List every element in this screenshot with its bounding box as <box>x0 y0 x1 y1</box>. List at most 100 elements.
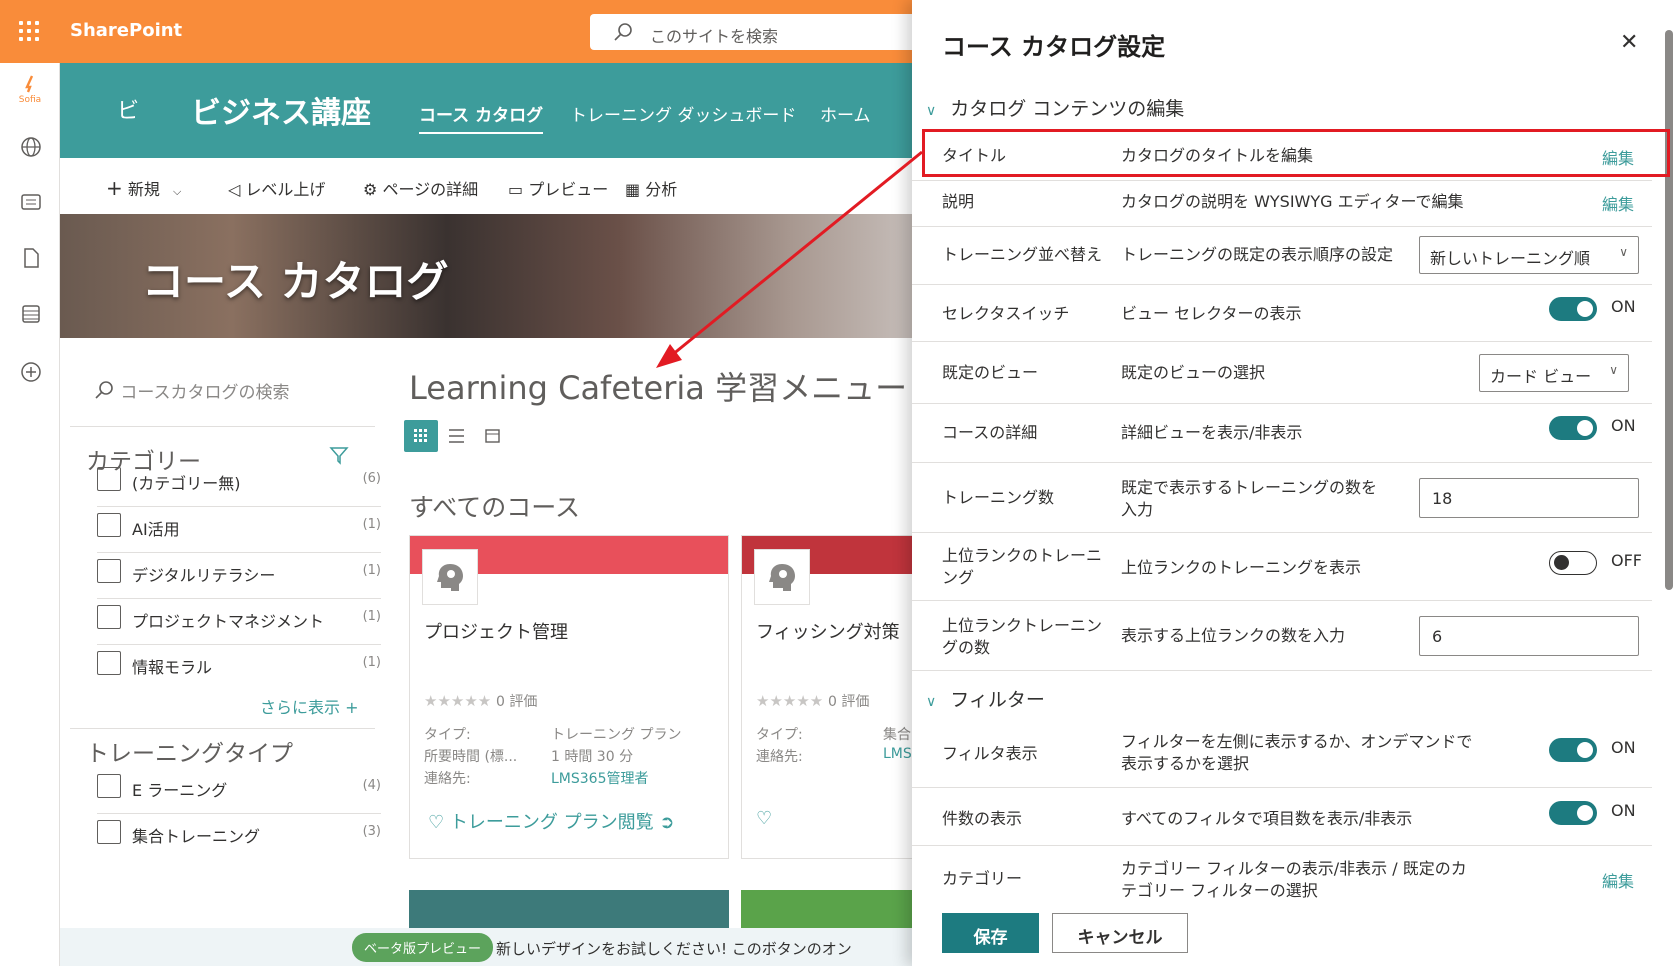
course-card-band <box>409 890 729 928</box>
default-view-dropdown[interactable]: カード ビュー ∨ <box>1479 354 1629 392</box>
close-icon[interactable]: ✕ <box>1620 30 1638 55</box>
course-title[interactable]: フィッシング対策 <box>756 618 900 644</box>
row-count-display: 件数の表示 すべてのフィルタで項目数を表示/非表示 ON <box>912 788 1652 846</box>
row-desc: ビュー セレクターの表示 <box>1121 304 1302 323</box>
course-card[interactable]: プロジェクト管理 ★★★★★ 0 評価 タイプ: トレーニング プラン 所要時間… <box>409 535 729 859</box>
category-checkbox[interactable]: (カテゴリー無) (6) <box>97 463 381 507</box>
group-filter[interactable]: ∨ フィルター <box>926 685 1045 712</box>
globe-icon[interactable] <box>18 134 44 160</box>
plus-icon: + <box>106 176 123 200</box>
row-label: 説明 <box>942 192 975 211</box>
add-circle-icon[interactable] <box>18 359 44 385</box>
sofia-logo[interactable]: Sofia <box>13 75 47 109</box>
nav-training-dashboard[interactable]: トレーニング ダッシュボード <box>570 101 796 126</box>
panel-title: コース カタログ設定 <box>942 33 1166 61</box>
filter-pane: コースカタログの検索 カテゴリー (カテゴリー無) (6) AI活用 (1) デジタ… <box>60 338 395 928</box>
row-title: タイトル カタログのタイトルを編集 編集 <box>912 131 1652 181</box>
toggle-state: ON <box>1611 801 1636 820</box>
app-launcher-icon[interactable] <box>19 21 39 41</box>
type-checkbox[interactable]: 集合トレーニング (3) <box>97 816 381 856</box>
count-display-toggle[interactable] <box>1549 801 1597 825</box>
top-ranked-toggle[interactable] <box>1549 551 1597 575</box>
heart-icon[interactable]: ♡ <box>756 808 772 829</box>
edit-description-link[interactable]: 編集 <box>1602 191 1634 215</box>
search-icon <box>93 381 115 403</box>
preview-button[interactable]: ▭ プレビュー <box>508 176 608 200</box>
app-name[interactable]: SharePoint <box>70 20 182 41</box>
category-checkbox[interactable]: プロジェクトマネジメント (1) <box>97 601 381 645</box>
catalog-settings-panel: コース カタログ設定 ✕ ∨ カタログ コンテンツの編集 タイトル カタログのタイ… <box>912 0 1679 966</box>
row-count: トレーニング数 既定で表示するトレーニングの数を入力 18 <box>912 463 1652 533</box>
edit-title-link[interactable]: 編集 <box>1602 145 1634 169</box>
group-content-edit[interactable]: ∨ カタログ コンテンツの編集 <box>926 94 1184 121</box>
type-checkbox[interactable]: E ラーニング (4) <box>97 770 381 814</box>
toggle-state: ON <box>1611 738 1636 757</box>
page-details-button[interactable]: ⚙ ページの詳細 <box>363 176 478 200</box>
edit-category-link[interactable]: 編集 <box>1602 868 1634 892</box>
save-button[interactable]: 保存 <box>942 913 1039 953</box>
news-icon[interactable] <box>18 189 44 215</box>
site-header: ビ ビジネス講座 コース カタログ トレーニング ダッシュボード ホーム <box>60 63 920 158</box>
rating: ★★★★★ 0 評価 <box>756 692 870 710</box>
list-icon[interactable] <box>18 301 44 327</box>
row-top-ranked: 上位ランクのトレーニング 上位ランクのトレーニングを表示 OFF <box>912 533 1652 601</box>
catalog-main: Learning Cafeteria 学習メニュー すべてのコース プロジェクト… <box>395 338 920 928</box>
row-default-view: 既定のビュー 既定のビューの選択 カード ビュー ∨ <box>912 342 1652 404</box>
section-heading: すべてのコース <box>409 493 581 522</box>
catalog-search-input[interactable]: コースカタログの検索 <box>93 378 290 403</box>
card-view-icon[interactable] <box>404 420 438 452</box>
row-sort: トレーニング並べ替え トレーニングの既定の表示順序の設定 新しいトレーニング順 ∨ <box>912 227 1652 285</box>
heart-icon[interactable]: ♡ <box>428 812 444 833</box>
row-desc: カテゴリー フィルターの表示/非表示 / 既定のカテゴリー フィルターの選択 <box>1121 859 1467 900</box>
row-selector: セレクタスイッチ ビュー セレクターの表示 ON <box>912 285 1652 342</box>
course-card[interactable]: フィッシング対策 ★★★★★ 0 評価 タイプ: 集合 連絡先: LMS ♡ <box>741 535 920 859</box>
details-toggle[interactable] <box>1549 416 1597 440</box>
beta-banner: ベータ版プレビュー 新しいデザインをお試しください! このボタンのオン <box>60 928 920 966</box>
nav-course-catalog[interactable]: コース カタログ <box>419 101 544 134</box>
beta-text: 新しいデザインをお試しください! このボタンのオン <box>496 940 852 958</box>
training-type-heading: トレーニングタイプ <box>86 741 293 767</box>
contact-link[interactable]: LMS365管理者 <box>551 768 649 788</box>
view-plan-link[interactable]: ♡ トレーニング プラン閲覧 ➲ <box>428 808 674 834</box>
show-more-link[interactable]: さらに表示 + <box>260 694 359 718</box>
cancel-button[interactable]: キャンセル <box>1052 913 1188 953</box>
panel-scrollbar[interactable] <box>1664 30 1674 590</box>
contact-link[interactable]: LMS <box>883 746 912 762</box>
chevron-down-icon: ∨ <box>1609 363 1618 377</box>
category-checkbox[interactable]: デジタルリテラシー (1) <box>97 555 381 599</box>
toggle-state: ON <box>1611 416 1636 435</box>
training-count-input[interactable]: 18 <box>1419 478 1639 518</box>
filter-display-toggle[interactable] <box>1549 738 1597 762</box>
hero-banner: コース カタログ <box>60 214 920 338</box>
gear-icon: ⚙ <box>363 180 378 199</box>
category-checkbox[interactable]: AI活用 (1) <box>97 509 381 553</box>
chevron-down-icon: ∨ <box>926 694 937 710</box>
site-title[interactable]: ビジネス講座 <box>191 88 371 132</box>
category-checkbox[interactable]: 情報モラル (1) <box>97 647 381 687</box>
nav-home[interactable]: ホーム <box>820 101 871 126</box>
row-desc: 詳細ビューを表示/非表示 <box>1121 423 1303 442</box>
course-title[interactable]: プロジェクト管理 <box>424 618 568 644</box>
search-icon <box>612 22 634 48</box>
file-icon[interactable] <box>18 245 44 271</box>
type-label: タイプ: <box>424 727 471 743</box>
catalog-title: Learning Cafeteria 学習メニュー <box>409 369 908 407</box>
analytics-button[interactable]: ▦ 分析 <box>625 176 677 200</box>
megaphone-icon: ◁ <box>228 180 241 199</box>
command-bar: + 新規 ⌵ ◁ レベル上げ ⚙ ページの詳細 ▭ プレビュー ▦ 分析 <box>60 158 920 214</box>
arrow-circle-icon: ➲ <box>659 812 675 833</box>
hero-title: コース カタログ <box>142 257 449 306</box>
calendar-view-icon[interactable] <box>475 420 509 452</box>
row-desc: フィルターを左側に表示するか、オンデマンドで表示するかを選択 <box>1121 732 1473 773</box>
sort-order-dropdown[interactable]: 新しいトレーニング順 ∨ <box>1419 236 1639 274</box>
new-button[interactable]: + 新規 ⌵ <box>106 176 181 200</box>
contact-label: 連絡先: <box>424 771 471 787</box>
site-icon[interactable]: ビ <box>117 93 139 125</box>
beta-badge[interactable]: ベータ版プレビュー <box>352 933 494 962</box>
type-value: 集合 <box>883 727 911 743</box>
top-count-input[interactable]: 6 <box>1419 616 1639 656</box>
selector-toggle[interactable] <box>1549 297 1597 321</box>
site-search-input[interactable]: このサイトを検索 <box>590 14 920 50</box>
promote-button[interactable]: ◁ レベル上げ <box>228 176 325 200</box>
list-view-icon[interactable] <box>440 420 474 452</box>
